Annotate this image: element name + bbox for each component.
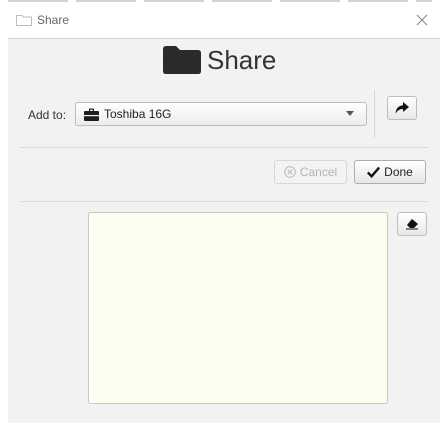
window-top-edge [8,0,432,2]
title-bar[interactable]: Share [0,4,440,38]
close-button[interactable] [410,8,434,32]
eraser-icon [406,219,418,230]
done-button-label: Done [384,165,413,179]
window-title: Share [37,13,70,27]
folder-icon [163,46,201,74]
add-to-label: Add to: [28,108,67,122]
cancel-button[interactable]: Cancel [274,160,347,184]
add-to-selected-value: Toshiba 16G [104,107,172,121]
dialog-heading: Share [163,40,276,80]
share-button[interactable] [387,96,417,120]
cancel-button-label: Cancel [299,165,338,179]
close-icon [416,14,428,26]
share-notes-textarea[interactable] [88,212,388,404]
vertical-divider [374,90,375,138]
done-button[interactable]: Done [354,160,426,184]
section-divider [20,147,428,148]
briefcase-icon [84,108,99,121]
checkmark-icon [367,166,381,178]
caret-down-icon [346,111,354,116]
share-dialog: Share Share Add to: Toshiba 16G Cancel D… [0,0,440,423]
dialog-heading-title: Share [207,44,277,75]
cancel-circle-icon [283,166,296,178]
erase-button[interactable] [397,212,427,236]
add-to-select[interactable]: Toshiba 16G [75,102,367,126]
share-arrow-icon [395,102,409,114]
folder-outline-icon [16,15,32,26]
section-divider [20,201,428,202]
